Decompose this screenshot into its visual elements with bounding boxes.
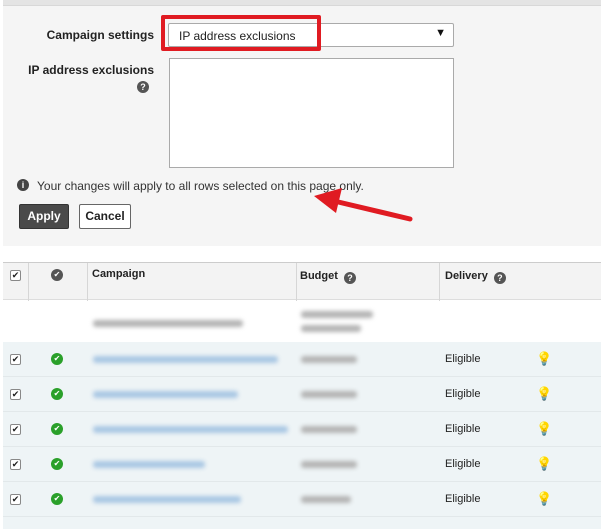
delivery-status: Eligible: [445, 388, 481, 400]
table-row[interactable]: ✔ ✔ Eligible 💡: [3, 447, 601, 482]
row-checkbox[interactable]: ✔: [10, 424, 21, 435]
redacted-text: [301, 325, 361, 332]
check-circle-icon: ✔: [51, 353, 63, 365]
check-circle-icon: ✔: [51, 458, 63, 470]
column-divider: [296, 263, 297, 301]
redacted-text: [301, 356, 357, 363]
lightbulb-icon[interactable]: 💡: [536, 387, 552, 400]
row-checkbox[interactable]: ✔: [10, 459, 21, 470]
select-all-checkbox[interactable]: ✔: [10, 270, 21, 281]
highlight-box-annotation: [161, 15, 321, 51]
cancel-button[interactable]: Cancel: [79, 204, 131, 229]
column-header-budget-label: Budget: [300, 270, 338, 282]
ip-exclusions-label: IP address exclusions: [28, 63, 154, 77]
question-mark-icon[interactable]: ?: [137, 81, 149, 93]
redacted-text: [93, 320, 243, 327]
lightbulb-icon[interactable]: 💡: [536, 492, 552, 505]
row-checkbox[interactable]: ✔: [10, 354, 21, 365]
check-circle-icon: ✔: [51, 388, 63, 400]
campaign-link-redacted[interactable]: [93, 496, 241, 503]
question-mark-icon[interactable]: ?: [493, 272, 506, 284]
campaign-settings-label: Campaign settings: [46, 28, 154, 42]
campaign-link-redacted[interactable]: [93, 391, 238, 398]
delivery-status: Eligible: [445, 493, 481, 505]
table-row[interactable]: ✔ ✔ Eligible 💡: [3, 412, 601, 447]
panel-header-strip: [3, 0, 601, 6]
column-header-delivery-label: Delivery: [445, 270, 488, 282]
column-divider: [439, 263, 440, 301]
redacted-text: [301, 391, 357, 398]
red-arrow-annotation: [314, 188, 413, 222]
lightbulb-icon[interactable]: 💡: [536, 422, 552, 435]
ip-exclusions-textarea[interactable]: [169, 58, 454, 168]
redacted-text: [301, 311, 373, 318]
redacted-text: [301, 461, 357, 468]
table-row[interactable]: ✔ ✔ Eligible 💡: [3, 377, 601, 412]
redacted-text: [301, 496, 351, 503]
lightbulb-icon[interactable]: 💡: [536, 352, 552, 365]
table-row[interactable]: ✔ ✔ Eligible 💡: [3, 342, 601, 377]
question-mark-icon[interactable]: ?: [343, 272, 356, 284]
column-divider: [28, 263, 29, 301]
check-circle-icon: ✔: [51, 493, 63, 505]
campaign-link-redacted[interactable]: [93, 426, 288, 433]
row-checkbox[interactable]: ✔: [10, 389, 21, 400]
table-row-partial[interactable]: [3, 517, 601, 529]
delivery-status: Eligible: [445, 458, 481, 470]
table-summary-row: [3, 301, 601, 345]
lightbulb-icon[interactable]: 💡: [536, 457, 552, 470]
check-circle-icon: ✔: [51, 423, 63, 435]
delivery-status: Eligible: [445, 423, 481, 435]
row-checkbox[interactable]: ✔: [10, 494, 21, 505]
table-header: ✔ ✔ Campaign Budget ? Delivery ?: [3, 262, 601, 301]
info-icon: i: [17, 179, 29, 191]
campaigns-table: ✔ ✔ Campaign Budget ? Delivery ? ✔ ✔ Eli…: [3, 262, 601, 529]
status-column-icon: ✔: [51, 269, 63, 281]
campaign-link-redacted[interactable]: [93, 461, 205, 468]
delivery-status: Eligible: [445, 353, 481, 365]
triangle-down-icon: ▼: [435, 27, 446, 39]
apply-button[interactable]: Apply: [19, 204, 69, 229]
campaign-link-redacted[interactable]: [93, 356, 278, 363]
table-row[interactable]: ✔ ✔ Eligible 💡: [3, 482, 601, 517]
column-divider: [87, 263, 88, 301]
redacted-text: [301, 426, 357, 433]
